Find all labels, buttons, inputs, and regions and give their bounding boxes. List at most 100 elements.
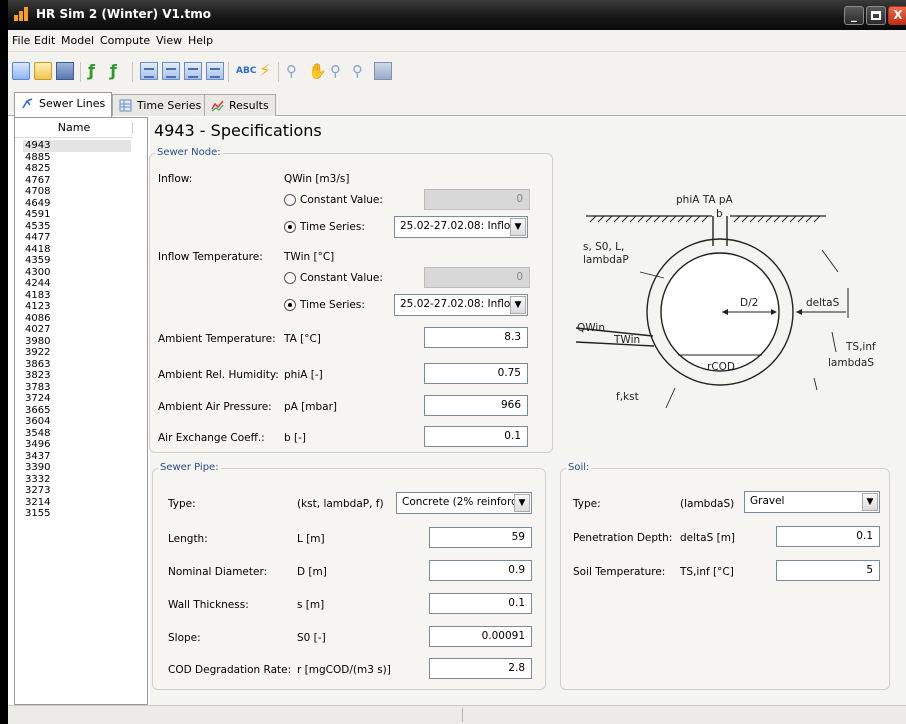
inflow-temp-label: Inflow Temperature: xyxy=(158,251,263,263)
list-item[interactable]: 4027 xyxy=(25,324,50,336)
tab-results[interactable]: Results xyxy=(204,94,276,116)
list-item[interactable]: 3980 xyxy=(25,336,50,348)
maximize-button[interactable] xyxy=(866,6,886,25)
pipe-diameter-label: Nominal Diameter: xyxy=(168,566,268,578)
tab-sewer-lines[interactable]: Sewer Lines xyxy=(14,92,113,117)
status-divider xyxy=(462,708,463,722)
table-edit-icon[interactable] xyxy=(184,62,202,80)
pipe-cod-symbol: r [mgCOD/(m3 s)] xyxy=(297,664,391,676)
list-item[interactable]: 4244 xyxy=(25,278,50,290)
minimize-button[interactable]: _ xyxy=(844,6,864,25)
menu-compute[interactable]: Compute xyxy=(100,34,150,47)
list-item[interactable]: 4825 xyxy=(25,163,50,175)
ambient-temp-label: Ambient Temperature: xyxy=(158,333,276,345)
inflow-temp-series-select[interactable]: 25.02-27.02.08: Inflo ▼ xyxy=(394,294,528,316)
menu-file[interactable]: File xyxy=(12,34,30,47)
pipe-type-value: Concrete (2% reinforc xyxy=(402,496,517,508)
chevron-down-icon[interactable]: ▼ xyxy=(514,494,530,512)
soil-type-select[interactable]: Gravel ▼ xyxy=(744,491,880,513)
inflow-series-radio[interactable] xyxy=(284,221,296,233)
inflow-series-label: Time Series: xyxy=(300,221,365,233)
chevron-down-icon[interactable]: ▼ xyxy=(510,296,526,314)
ambient-press-input[interactable]: 966 xyxy=(424,395,528,416)
list-item[interactable]: 4535 xyxy=(25,221,50,233)
remove-node-icon[interactable]: ƒ xyxy=(110,62,128,80)
list-item[interactable]: 4418 xyxy=(25,244,50,256)
zoom-in-icon[interactable]: ⚲ xyxy=(330,62,348,80)
pipe-wall-input[interactable]: 0.1 xyxy=(429,593,532,614)
tab-time-series[interactable]: Time Series xyxy=(112,94,209,116)
list-item[interactable]: 3273 xyxy=(25,485,50,497)
close-button[interactable]: X xyxy=(888,6,906,25)
list-item[interactable]: 4885 xyxy=(25,152,50,164)
list-item[interactable]: 3823 xyxy=(25,370,50,382)
zoom-out-icon[interactable]: ⚲ xyxy=(352,62,370,80)
pipe-length-input[interactable]: 59 xyxy=(429,527,532,548)
soil-temp-input[interactable]: 5 xyxy=(776,560,880,581)
list-item[interactable]: 4708 xyxy=(25,186,50,198)
list-item[interactable]: 3496 xyxy=(25,439,50,451)
spellcheck-icon[interactable]: ABC xyxy=(236,62,256,80)
pipe-type-select[interactable]: Concrete (2% reinforc ▼ xyxy=(396,492,532,514)
diagram-rcod-label: rCOD xyxy=(707,361,735,373)
pipe-diameter-input[interactable]: 0.9 xyxy=(429,560,532,581)
table-icon[interactable] xyxy=(140,62,158,80)
app-icon xyxy=(14,7,30,21)
list-item[interactable]: 3922 xyxy=(25,347,50,359)
open-folder-icon[interactable] xyxy=(34,62,52,80)
list-item[interactable]: 4086 xyxy=(25,313,50,325)
bookmark-icon[interactable] xyxy=(374,62,392,80)
list-item[interactable]: 4943 xyxy=(23,140,131,152)
list-item[interactable]: 3390 xyxy=(25,462,50,474)
ambient-temp-input[interactable]: 8.3 xyxy=(424,327,528,348)
list-item[interactable]: 3332 xyxy=(25,474,50,486)
menu-model[interactable]: Model xyxy=(61,34,94,47)
list-item[interactable]: 3724 xyxy=(25,393,50,405)
new-file-icon[interactable] xyxy=(12,62,30,80)
inflow-constant-radio[interactable] xyxy=(284,194,296,206)
pipe-slope-input[interactable]: 0.00091 xyxy=(429,626,532,647)
list-item[interactable]: 4591 xyxy=(25,209,50,221)
list-item[interactable]: 3155 xyxy=(25,508,50,520)
zoom-icon[interactable]: ⚲ xyxy=(286,62,304,80)
pipe-length-label: Length: xyxy=(168,533,208,545)
list-item[interactable]: 3214 xyxy=(25,497,50,509)
save-icon[interactable] xyxy=(56,62,74,80)
menu-edit[interactable]: Edit xyxy=(34,34,55,47)
list-header-name[interactable]: Name xyxy=(15,118,133,138)
inflow-temp-constant-radio[interactable] xyxy=(284,272,296,284)
add-node-icon[interactable]: ƒ xyxy=(88,62,106,80)
menu-view[interactable]: View xyxy=(156,34,182,47)
list-item[interactable]: 3665 xyxy=(25,405,50,417)
list-item[interactable]: 3548 xyxy=(25,428,50,440)
chevron-down-icon[interactable]: ▼ xyxy=(862,493,878,511)
pipe-cod-label: COD Degradation Rate: xyxy=(168,664,292,676)
compute-icon[interactable]: ⚡ xyxy=(256,62,274,80)
table-add-icon[interactable] xyxy=(162,62,180,80)
window-title: HR Sim 2 (Winter) V1.tmo xyxy=(36,7,211,21)
inflow-series-select[interactable]: 25.02-27.02.08: Inflo ▼ xyxy=(394,216,528,238)
list-item[interactable]: 4183 xyxy=(25,290,50,302)
list-item[interactable]: 3863 xyxy=(25,359,50,371)
list-item[interactable]: 4123 xyxy=(25,301,50,313)
pipe-cod-input[interactable]: 2.8 xyxy=(429,658,532,679)
table-remove-icon[interactable] xyxy=(206,62,224,80)
inflow-temp-constant-input[interactable]: 0 xyxy=(424,267,530,288)
menu-help[interactable]: Help xyxy=(188,34,213,47)
list-item[interactable]: 4477 xyxy=(25,232,50,244)
pan-icon[interactable]: ✋ xyxy=(308,62,327,80)
list-item[interactable]: 4649 xyxy=(25,198,50,210)
list-item[interactable]: 4767 xyxy=(25,175,50,187)
inflow-constant-input[interactable]: 0 xyxy=(424,189,530,210)
list-item[interactable]: 4359 xyxy=(25,255,50,267)
chevron-down-icon[interactable]: ▼ xyxy=(510,218,526,236)
list-item[interactable]: 3437 xyxy=(25,451,50,463)
list-item[interactable]: 3604 xyxy=(25,416,50,428)
air-exchange-symbol: b [-] xyxy=(284,432,306,444)
inflow-temp-series-radio[interactable] xyxy=(284,299,296,311)
air-exchange-input[interactable]: 0.1 xyxy=(424,426,528,447)
ambient-hum-input[interactable]: 0.75 xyxy=(424,363,528,384)
list-item[interactable]: 4300 xyxy=(25,267,50,279)
list-item[interactable]: 3783 xyxy=(25,382,50,394)
penetration-input[interactable]: 0.1 xyxy=(776,526,880,547)
